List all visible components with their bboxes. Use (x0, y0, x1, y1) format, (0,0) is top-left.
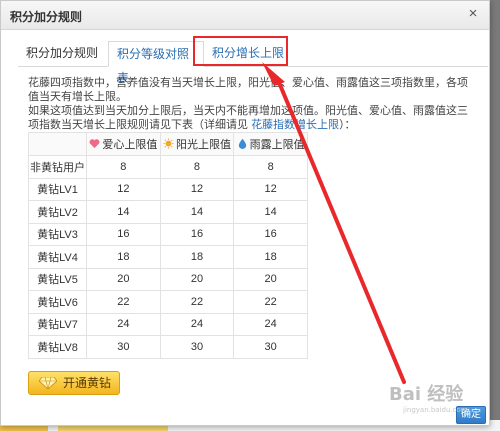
table-row: 黄钻LV2 14 14 14 (28, 200, 308, 224)
table-cell-level: 黄钻LV7 (28, 312, 87, 336)
dialog-titlebar: 积分加分规则 × (1, 1, 489, 30)
table-row: 黄钻LV4 18 18 18 (28, 245, 308, 269)
table-row: 黄钻LV1 12 12 12 (28, 177, 308, 201)
description-para-2: 如果这项值达到当天加分上限后，当天内不能再增加这项值。阳光值、爱心值、雨露值这三… (28, 104, 468, 132)
table-cell-level: 黄钻LV8 (28, 335, 87, 359)
table-cell-love: 24 (86, 312, 161, 336)
heart-icon (89, 139, 100, 149)
table-header-row: 爱心上限值 阳光上限值 雨露上限值 (28, 132, 308, 156)
table-header-love: 爱心上限值 (86, 132, 161, 156)
table-cell-sun: 14 (159, 200, 235, 224)
table-cell-sun: 8 (159, 155, 235, 179)
table-header-rain: 雨露上限值 (233, 132, 308, 156)
table-cell-level: 非黄钻用户 (28, 155, 87, 179)
table-cell-love: 14 (86, 200, 161, 224)
diamond-icon (39, 377, 57, 389)
table-cell-rain: 14 (233, 200, 308, 224)
table-row: 黄钻LV5 20 20 20 (28, 267, 308, 291)
table-cell-sun: 18 (159, 245, 235, 269)
table-header-sun: 阳光上限值 (159, 132, 235, 156)
table-cell-level: 黄钻LV5 (28, 267, 87, 291)
table-header-sun-label: 阳光上限值 (175, 139, 231, 151)
table-cell-rain: 22 (233, 290, 308, 314)
tab-points-rules[interactable]: 积分加分规则 (18, 41, 106, 67)
table-cell-level: 黄钻LV3 (28, 222, 87, 246)
confirm-button[interactable]: 确定 (456, 406, 486, 424)
sun-icon (163, 138, 174, 149)
table-row: 黄钻LV7 24 24 24 (28, 312, 308, 336)
table-cell-rain: 30 (233, 335, 308, 359)
table-row: 非黄钻用户 8 8 8 (28, 155, 308, 179)
table-cell-sun: 16 (159, 222, 235, 246)
open-yellow-diamond-button[interactable]: 开通黄钻 (28, 371, 120, 395)
description-text: 花藤四项指数中，营养值没有当天增长上限，阳光值、爱心值、雨露值这三项指数里，各项… (28, 76, 468, 132)
table-row: 黄钻LV3 16 16 16 (28, 222, 308, 246)
open-yellow-diamond-label: 开通黄钻 (63, 376, 112, 390)
table-cell-level: 黄钻LV1 (28, 177, 87, 201)
limit-table: 爱心上限值 阳光上限值 雨露上限值 非黄钻用户 8 8 8 黄钻LV1 12 1… (28, 132, 308, 359)
dialog-title: 积分加分规则 (10, 10, 83, 24)
table-cell-rain: 20 (233, 267, 308, 291)
water-drop-icon (238, 138, 246, 149)
close-icon[interactable]: × (465, 6, 481, 22)
table-cell-love: 16 (86, 222, 161, 246)
table-cell-rain: 18 (233, 245, 308, 269)
description-para-1: 花藤四项指数中，营养值没有当天增长上限，阳光值、爱心值、雨露值这三项指数里，各项… (28, 77, 468, 103)
description-para-2-text: 如果这项值达到当天加分上限后，当天内不能再增加这项值。阳光值、爱心值、雨露值这三… (28, 105, 468, 131)
table-cell-level: 黄钻LV6 (28, 290, 87, 314)
table-cell-rain: 8 (233, 155, 308, 179)
tab-level-table[interactable]: 积分等级对照表 (108, 41, 204, 85)
table-cell-love: 22 (86, 290, 161, 314)
table-cell-rain: 24 (233, 312, 308, 336)
table-cell-sun: 24 (159, 312, 235, 336)
table-cell-level: 黄钻LV4 (28, 245, 87, 269)
table-header-empty (28, 132, 87, 156)
table-cell-love: 18 (86, 245, 161, 269)
table-cell-sun: 20 (159, 267, 235, 291)
table-header-rain-label: 雨露上限值 (249, 139, 305, 151)
description-para-2-suffix: ）： (339, 119, 356, 131)
table-cell-sun: 12 (159, 177, 235, 201)
table-cell-rain: 16 (233, 222, 308, 246)
table-cell-love: 30 (86, 335, 161, 359)
table-row: 黄钻LV6 22 22 22 (28, 290, 308, 314)
table-header-love-label: 爱心上限值 (102, 139, 158, 151)
table-row: 黄钻LV8 30 30 30 (28, 335, 308, 359)
table-cell-love: 12 (86, 177, 161, 201)
annotation-highlight-box (193, 36, 288, 66)
table-cell-sun: 30 (159, 335, 235, 359)
table-cell-love: 8 (86, 155, 161, 179)
table-cell-sun: 22 (159, 290, 235, 314)
table-cell-level: 黄钻LV2 (28, 200, 87, 224)
table-cell-love: 20 (86, 267, 161, 291)
table-cell-rain: 12 (233, 177, 308, 201)
growth-limit-link[interactable]: 花藤指数增长上限 (251, 119, 339, 131)
